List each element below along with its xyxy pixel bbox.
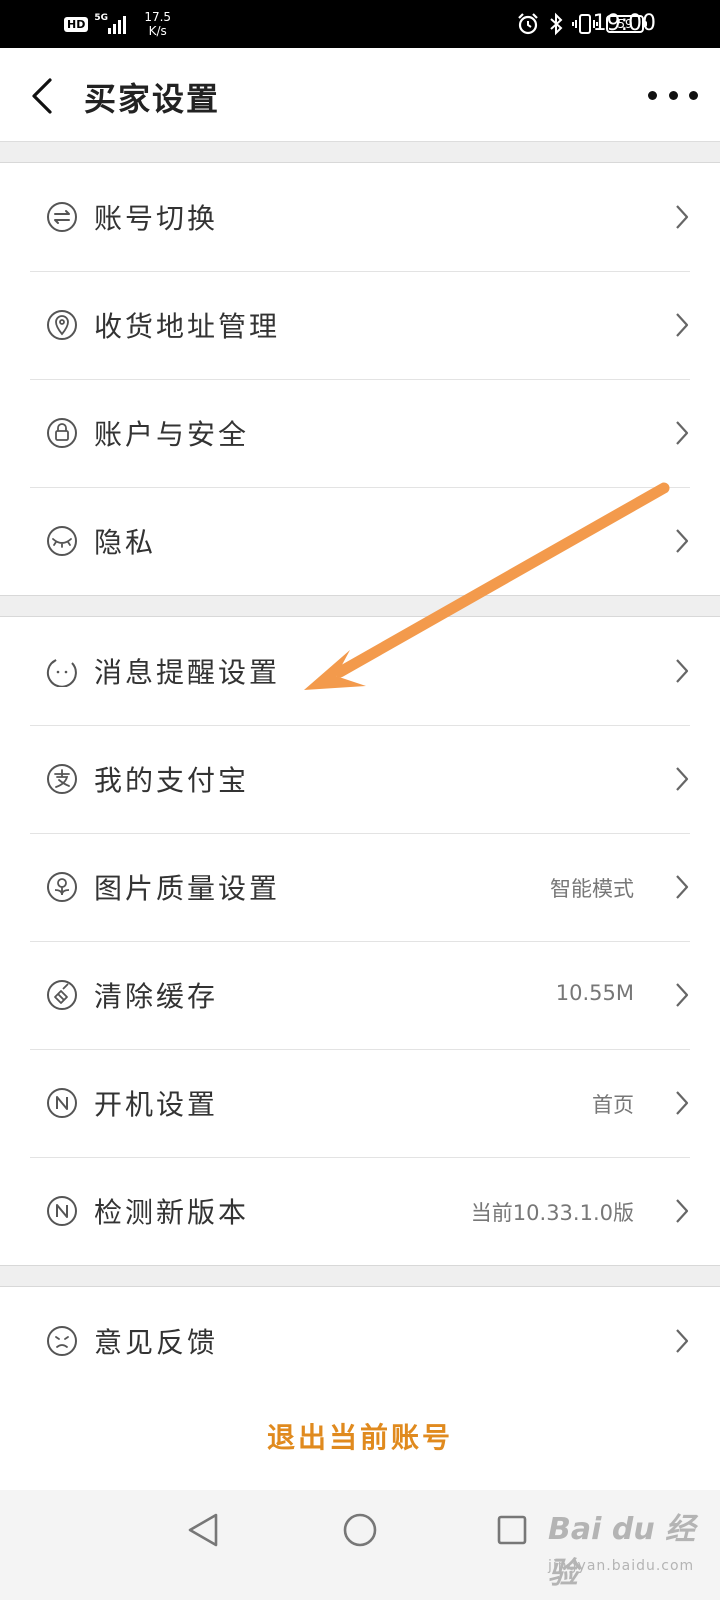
closed-eye-icon [47,526,77,556]
settings-row-alipay[interactable]: 我的支付宝 [0,725,720,833]
settings-row-check-version[interactable]: 检测新版本 当前10.33.1.0版 [0,1157,720,1265]
settings-row-switch-account[interactable]: 账号切换 [0,163,720,271]
lock-icon [47,418,77,448]
chevron-right-icon [676,767,689,791]
row-label: 开机设置 [94,1088,219,1121]
row-value: 10.55M [555,981,634,1005]
chevron-right-icon [676,1091,689,1115]
top-bar: 买家设置 [0,48,720,142]
alipay-icon [47,764,77,794]
hd-badge: HD [64,16,89,32]
row-label: 意见反馈 [94,1326,219,1359]
settings-row-privacy[interactable]: 隐私 [0,487,720,595]
settings-row-clear-cache[interactable]: 清除缓存 10.55M [0,941,720,1049]
image-quality-icon [47,872,77,902]
more-dot [648,90,657,100]
row-label: 消息提醒设置 [94,656,281,689]
network-type: 5G [94,13,108,23]
row-label: 检测新版本 [94,1196,250,1229]
alarm-icon [518,13,538,35]
watermark-main: Bai du 经验 [548,1512,696,1591]
chevron-right-icon [676,1329,689,1353]
chevron-right-icon [676,659,689,683]
chevron-right-icon [676,1199,689,1223]
settings-group-general: 消息提醒设置 我的支付宝 图片质量设置 智能模式 清除缓存 10.55M 开机设… [0,616,720,1266]
feedback-face-icon [47,1326,77,1356]
clock: 19:00 [592,11,656,36]
network-speed: 17.5 K/s [144,10,171,38]
settings-row-notifications[interactable]: 消息提醒设置 [0,617,720,725]
chevron-right-icon [676,421,689,445]
logout-area: 退出当前账号 [0,1378,720,1490]
watermark-url: jingyan.baidu.com [548,1558,695,1574]
more-options-button[interactable] [648,86,698,104]
baidu-jingyan-watermark: Bai du 经验 jingyan.baidu.com [548,1498,718,1594]
nav-home-icon[interactable] [342,1512,378,1548]
network-speed-value: 17.5 [144,10,172,24]
more-dot [689,90,698,100]
settings-row-startup[interactable]: 开机设置 首页 [0,1049,720,1157]
more-dot [668,90,678,100]
row-label: 收货地址管理 [94,310,281,343]
chevron-right-icon [676,529,689,553]
signal-icon: 5G [94,13,134,35]
settings-row-image-quality[interactable]: 图片质量设置 智能模式 [0,833,720,941]
chevron-right-icon [676,313,689,337]
chevron-right-icon [676,875,689,899]
version-n-icon [47,1196,77,1226]
row-value: 首页 [592,1093,634,1117]
row-label: 隐私 [94,526,157,559]
row-label: 图片质量设置 [94,872,281,905]
row-label: 账号切换 [94,202,219,235]
notification-face-icon [46,659,77,687]
status-left: HD 5G 17.5 K/s [64,0,171,48]
bluetooth-icon [550,12,563,36]
nav-back-icon[interactable] [186,1512,220,1548]
chevron-right-icon [676,983,689,1007]
startup-n-icon [47,1088,77,1118]
logout-button[interactable]: 退出当前账号 [0,1416,720,1456]
row-label: 我的支付宝 [94,764,250,797]
switch-account-icon [47,202,77,232]
status-bar: HD 5G 17.5 K/s 59 19:00 [0,0,720,48]
network-speed-unit: K/s [148,24,167,38]
row-label: 清除缓存 [94,980,219,1013]
settings-group-account: 账号切换 收货地址管理 账户与安全 隐私 [0,162,720,596]
settings-row-address[interactable]: 收货地址管理 [0,271,720,379]
row-value: 当前10.33.1.0版 [470,1201,634,1225]
settings-row-security[interactable]: 账户与安全 [0,379,720,487]
system-nav-bar: Bai du 经验 jingyan.baidu.com [0,1490,720,1600]
location-pin-icon [47,310,77,340]
back-button[interactable] [28,76,58,116]
row-label: 账户与安全 [94,418,250,451]
nav-recent-apps-icon[interactable] [496,1514,528,1546]
row-value: 智能模式 [550,877,634,901]
chevron-right-icon [676,205,689,229]
page-title: 买家设置 [84,80,221,118]
clear-cache-icon [47,980,77,1010]
